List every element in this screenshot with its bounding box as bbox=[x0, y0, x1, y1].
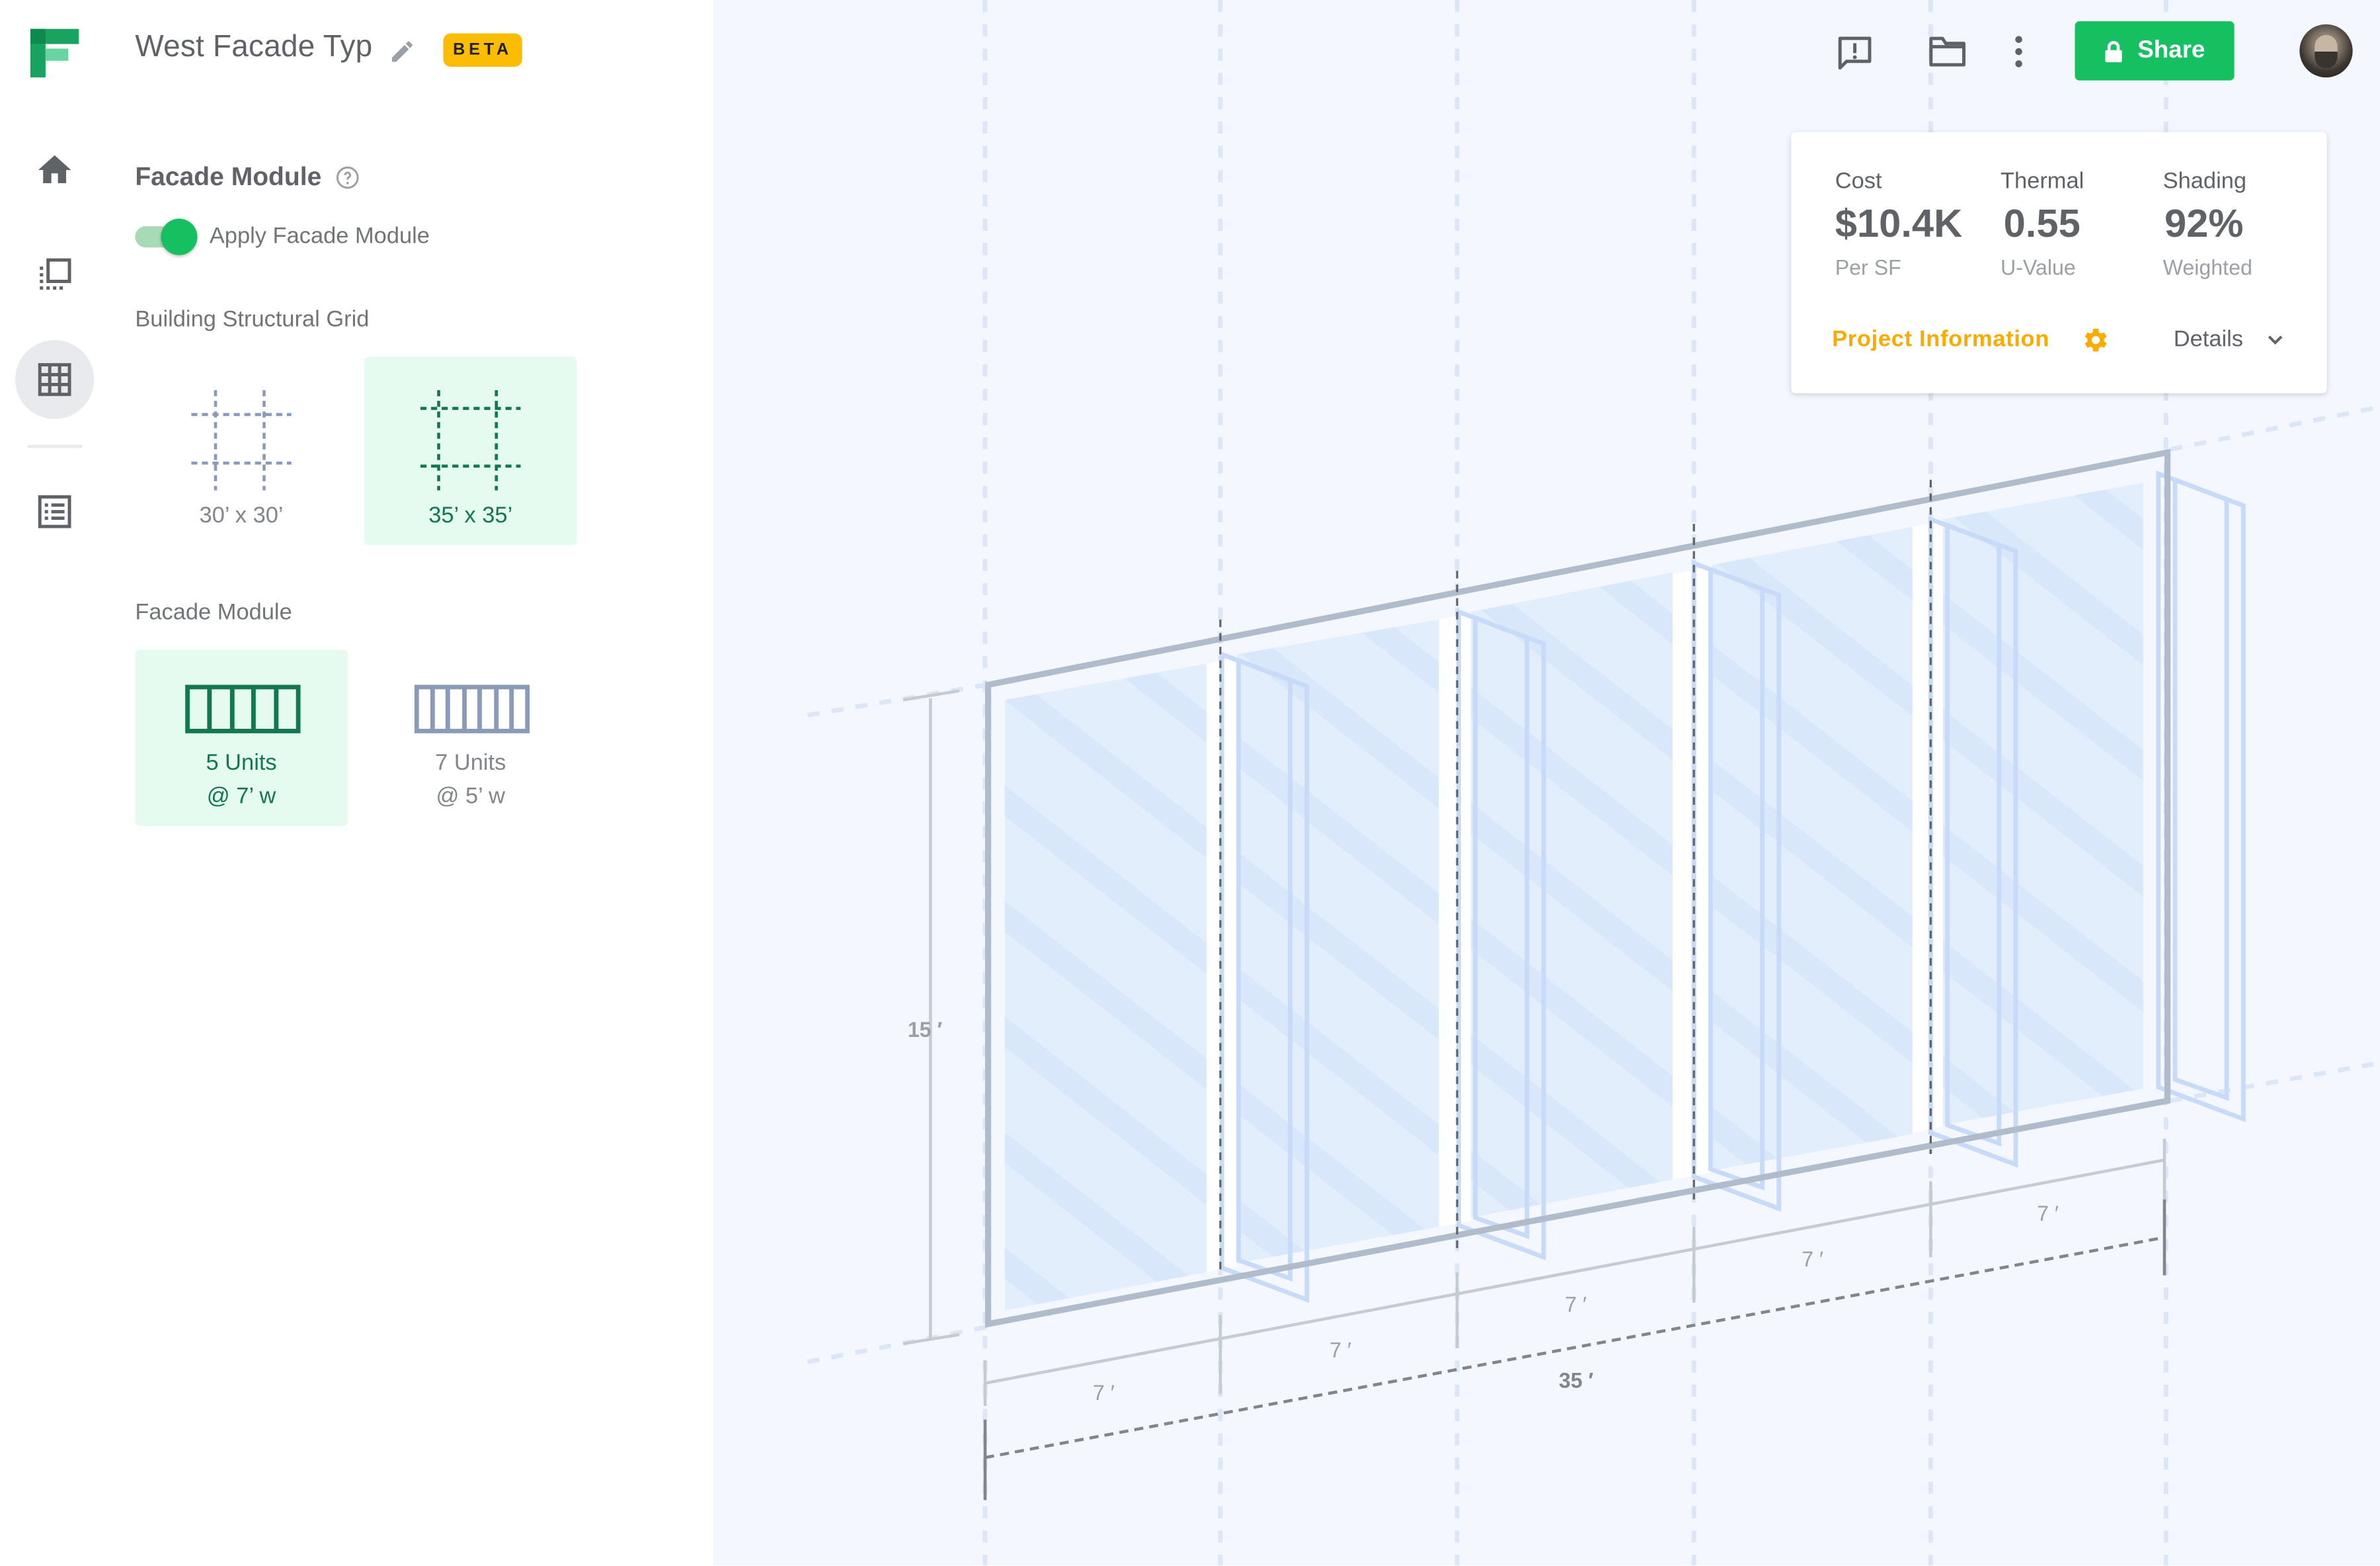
module-option-width: @ 7’ w bbox=[206, 783, 276, 809]
details-expand-button[interactable] bbox=[2264, 329, 2285, 358]
module-option-7-units[interactable]: 7 Units @ 5’ w bbox=[364, 650, 576, 826]
grid-option-label: 30’ x 30’ bbox=[199, 502, 284, 528]
module-option-width: @ 5’ w bbox=[436, 783, 505, 809]
rail-divider bbox=[27, 444, 82, 448]
total-label: 35 ′ bbox=[1559, 1368, 1594, 1392]
more-button[interactable] bbox=[2004, 34, 2034, 78]
shading-value: 92% bbox=[2164, 200, 2244, 246]
unit-label: 7 ′ bbox=[1093, 1381, 1115, 1405]
rename-button[interactable] bbox=[389, 38, 416, 73]
help-button[interactable] bbox=[335, 165, 360, 197]
thermal-value: 0.55 bbox=[2003, 200, 2081, 246]
height-label: 15 ′ bbox=[908, 1018, 943, 1042]
share-label: Share bbox=[2137, 37, 2205, 63]
module-option-count: 7 Units bbox=[435, 750, 506, 776]
avatar[interactable] bbox=[2299, 24, 2353, 78]
shading-label: Shading bbox=[2162, 168, 2247, 194]
app-logo-icon[interactable] bbox=[30, 28, 79, 85]
apply-module-toggle-knob[interactable] bbox=[161, 218, 198, 255]
pencil-icon bbox=[391, 41, 413, 62]
grid-option-35[interactable]: 35’ x 35’ bbox=[364, 356, 577, 546]
thermal-label: Thermal bbox=[2000, 168, 2084, 194]
module-option-5-units[interactable]: 5 Units @ 7’ w bbox=[135, 649, 348, 826]
glass-panes bbox=[1004, 483, 2143, 1311]
project-information-label: Project Information bbox=[1832, 326, 2049, 352]
apply-module-label: Apply Facade Module bbox=[209, 223, 430, 249]
rail-grid-button[interactable] bbox=[15, 340, 95, 419]
pages-icon bbox=[40, 258, 71, 290]
list-icon bbox=[38, 495, 71, 528]
seven-units-icon bbox=[414, 684, 530, 733]
help-circle-icon bbox=[336, 166, 359, 189]
lock-icon bbox=[2106, 40, 2123, 62]
details-label: Details bbox=[2173, 326, 2244, 352]
unit-label: 7 ′ bbox=[1565, 1293, 1587, 1317]
home-icon bbox=[38, 155, 71, 184]
shading-unit: Weighted bbox=[2162, 255, 2252, 280]
unit-label: 7 ′ bbox=[2037, 1202, 2059, 1225]
grid-option-30[interactable]: 30’ x 30’ bbox=[135, 357, 347, 546]
unit-label: 7 ′ bbox=[1802, 1247, 1823, 1271]
chevron-down-icon bbox=[2268, 335, 2283, 345]
grid-30-icon bbox=[191, 390, 292, 491]
folder-button[interactable] bbox=[1928, 34, 1967, 78]
five-units-icon bbox=[185, 684, 301, 733]
rail-pages-button[interactable] bbox=[15, 235, 94, 314]
rail-home-button[interactable] bbox=[15, 130, 94, 209]
document-title[interactable]: West Facade Typ bbox=[135, 30, 372, 65]
folder-icon bbox=[1929, 36, 1965, 67]
gear-icon bbox=[2084, 329, 2107, 352]
beta-badge: BETA bbox=[443, 33, 522, 67]
grid-35-icon bbox=[420, 390, 521, 491]
grid-heading: Building Structural Grid bbox=[135, 306, 370, 333]
nav-rail bbox=[0, 0, 110, 1566]
feedback-button[interactable] bbox=[1835, 34, 1875, 81]
project-settings-button[interactable] bbox=[2079, 325, 2110, 362]
project-information-link[interactable]: Project Information bbox=[1832, 327, 2049, 352]
module-option-count: 5 Units bbox=[206, 750, 277, 776]
module-heading: Facade Module bbox=[135, 599, 292, 626]
more-vert-icon bbox=[2015, 36, 2022, 67]
unit-label: 7 ′ bbox=[1329, 1339, 1351, 1362]
grid-option-label: 35’ x 35’ bbox=[428, 502, 513, 528]
metrics-card: Cost $10.4K Per SF Thermal 0.55 U-Value … bbox=[1791, 132, 2327, 393]
cost-label: Cost bbox=[1835, 168, 1882, 194]
cost-value: $10.4K bbox=[1835, 200, 1963, 246]
share-button[interactable]: Share bbox=[2075, 21, 2235, 81]
feedback-icon bbox=[1838, 36, 1872, 70]
side-panel: West Facade Typ BETA Facade Module Apply… bbox=[108, 0, 714, 1566]
cost-unit: Per SF bbox=[1835, 255, 1901, 280]
thermal-unit: U-Value bbox=[2000, 255, 2076, 280]
rail-list-button[interactable] bbox=[15, 472, 94, 551]
section-title: Facade Module bbox=[135, 162, 322, 192]
details-dropdown[interactable]: Details bbox=[2174, 327, 2243, 352]
grid-icon bbox=[38, 363, 71, 396]
